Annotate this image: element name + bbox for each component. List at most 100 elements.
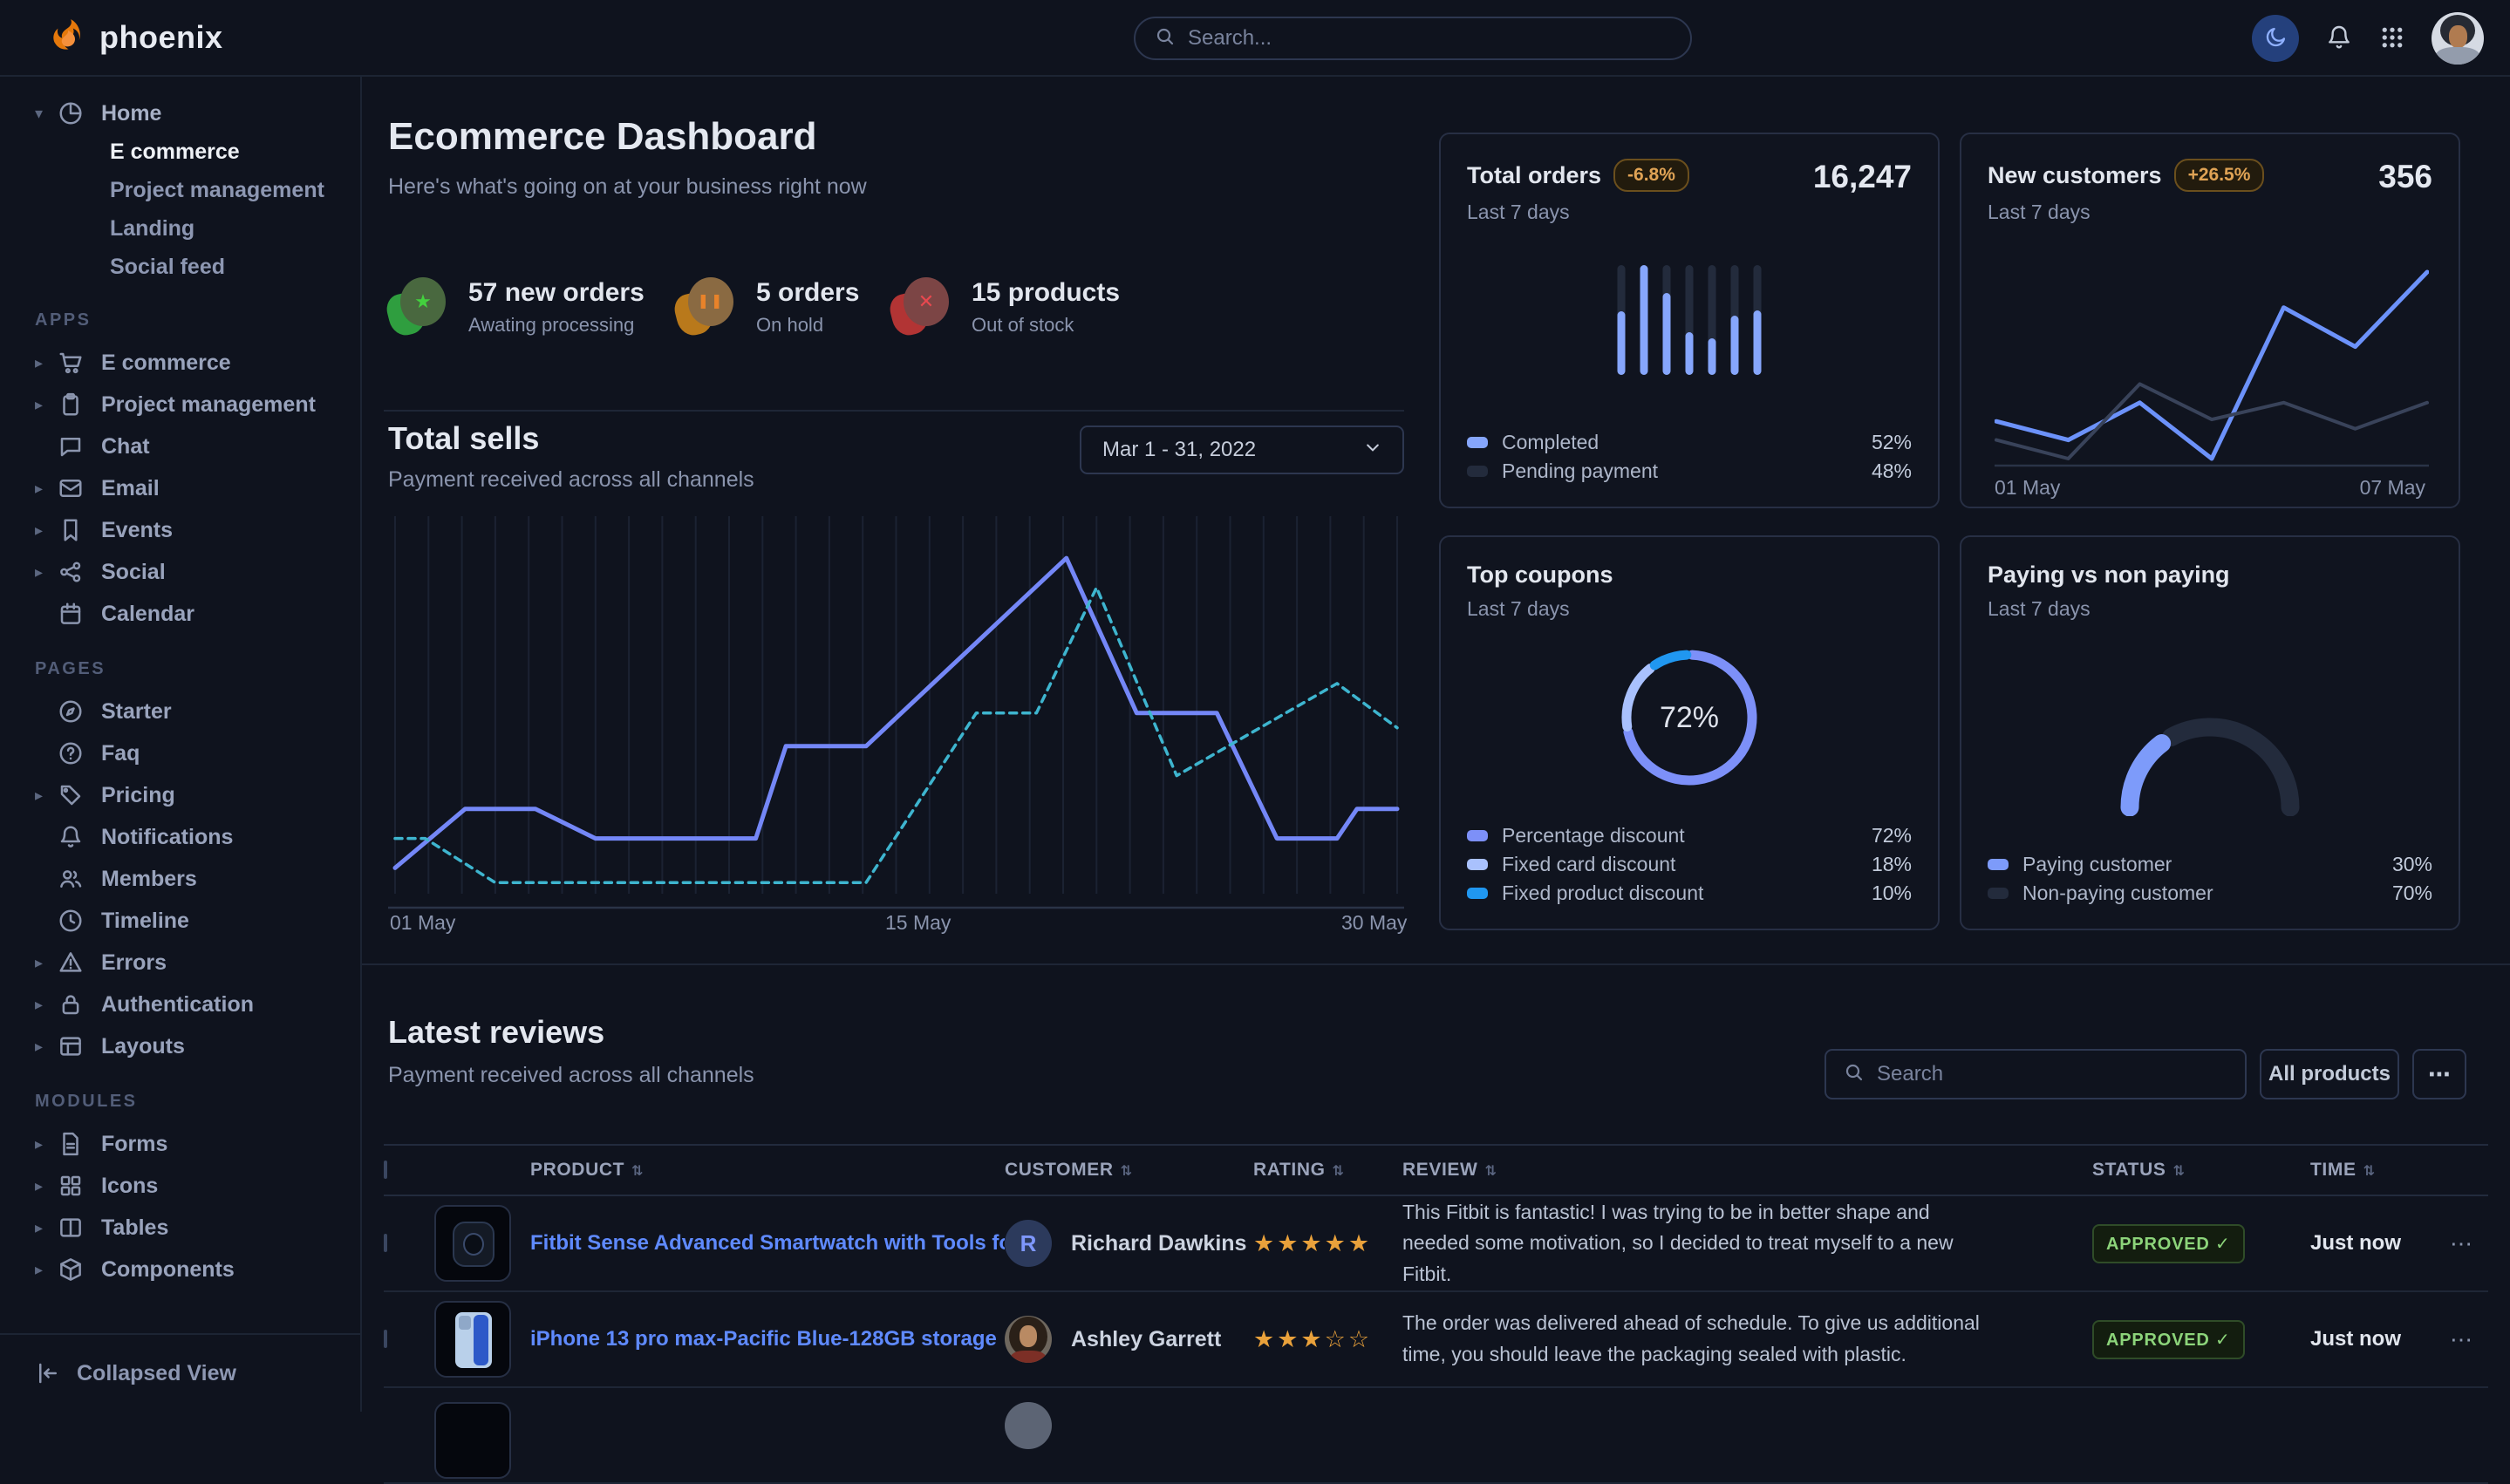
sidebar-item-social-feed[interactable]: Social feed: [0, 248, 360, 286]
sidebar-item-label: Pricing: [101, 783, 175, 808]
rating-stars: ★★★☆☆: [1253, 1326, 1402, 1353]
all-products-filter-button[interactable]: All products: [2260, 1049, 2399, 1099]
lock-icon: [58, 991, 84, 1018]
sidebar-item-faq[interactable]: Faq: [0, 732, 360, 774]
mail-icon: [58, 475, 84, 501]
sidebar-group-home[interactable]: ▾Home: [0, 94, 360, 133]
select-all-checkbox[interactable]: [384, 1161, 387, 1179]
product-link[interactable]: iPhone 13 pro max-Pacific Blue-128GB sto…: [530, 1327, 1005, 1351]
moon-icon: [2263, 25, 2288, 52]
caret-right-icon: ▸: [35, 1177, 58, 1195]
paying-legend: Paying customer30%Non-paying customer70%: [1988, 850, 2432, 908]
sidebar-group-label: Home: [101, 101, 161, 126]
row-menu-button[interactable]: ⋯: [2450, 1230, 2472, 1257]
reviews-title: Latest reviews: [388, 1014, 604, 1051]
apps-menu-button[interactable]: [2379, 24, 2405, 53]
stat-caption: Awating processing: [468, 314, 645, 337]
sidebar-item-email[interactable]: ▸Email: [0, 467, 360, 509]
product-thumbnail[interactable]: [434, 1402, 511, 1479]
sidebar-item-pricing[interactable]: ▸Pricing: [0, 774, 360, 816]
sidebar-section-label: MODULES: [35, 1092, 360, 1113]
page-subtitle: Here's what's going on at your business …: [388, 174, 867, 200]
total-sells-title: Total sells: [388, 420, 539, 457]
row-checkbox[interactable]: [384, 1330, 387, 1348]
collapsed-view-toggle[interactable]: Collapsed View: [0, 1333, 360, 1412]
x-axis-label: 30 May: [1341, 911, 1407, 935]
reviews-more-button[interactable]: ⋯: [2412, 1049, 2466, 1099]
status-badge: APPROVED ✓: [2092, 1224, 2245, 1263]
column-header-customer[interactable]: CUSTOMER⇅: [1005, 1160, 1253, 1181]
sidebar-item-social[interactable]: ▸Social: [0, 551, 360, 593]
reviews-search[interactable]: [1825, 1049, 2247, 1099]
sidebar-item-project-management[interactable]: ▸Project management: [0, 384, 360, 425]
card-title: Total orders: [1467, 162, 1601, 188]
card-title: Top coupons: [1467, 562, 1613, 588]
navbar-actions: [2252, 0, 2484, 77]
share-icon: [58, 559, 84, 585]
sidebar-item-e-commerce[interactable]: E commerce: [0, 133, 360, 171]
rating-stars: ★★★★★: [1253, 1230, 1402, 1257]
search-input[interactable]: [1188, 26, 1671, 51]
product-link[interactable]: Fitbit Sense Advanced Smartwatch with To…: [530, 1231, 1005, 1256]
sidebar-item-chat[interactable]: Chat: [0, 425, 360, 467]
legend-value: 72%: [1872, 824, 1912, 848]
sidebar-item-layouts[interactable]: ▸Layouts: [0, 1025, 360, 1067]
notifications-button[interactable]: [2325, 24, 2353, 54]
sidebar-item-label: Authentication: [101, 992, 254, 1018]
sidebar-item-members[interactable]: Members: [0, 858, 360, 900]
sidebar-item-icons[interactable]: ▸Icons: [0, 1165, 360, 1207]
box-icon: [58, 1256, 84, 1283]
column-header-status[interactable]: STATUS⇅: [2092, 1160, 2310, 1181]
row-menu-button[interactable]: ⋯: [2450, 1326, 2472, 1353]
column-header-time[interactable]: TIME⇅: [2310, 1160, 2450, 1181]
brand[interactable]: phoenix: [49, 17, 223, 58]
user-avatar[interactable]: [2432, 12, 2484, 65]
sidebar-item-timeline[interactable]: Timeline: [0, 900, 360, 942]
column-header-review[interactable]: REVIEW⇅: [1402, 1160, 2092, 1181]
sidebar-item-components[interactable]: ▸Components: [0, 1249, 360, 1290]
sidebar-item-authentication[interactable]: ▸Authentication: [0, 984, 360, 1025]
search-icon: [1155, 26, 1176, 51]
sidebar-item-label: Notifications: [101, 825, 233, 850]
sidebar-item-label: Layouts: [101, 1034, 185, 1059]
sidebar-item-notifications[interactable]: Notifications: [0, 816, 360, 858]
clock-icon: [58, 908, 84, 934]
phoenix-logo-icon: [49, 17, 85, 58]
on-hold-pause-icon: ❚❚: [676, 277, 733, 337]
sidebar-item-starter[interactable]: Starter: [0, 691, 360, 732]
row-checkbox[interactable]: [384, 1234, 387, 1252]
legend-label: Fixed card discount: [1502, 853, 1675, 876]
total-orders-value: 16,247: [1813, 159, 1912, 195]
sidebar-item-errors[interactable]: ▸Errors: [0, 942, 360, 984]
legend-swatch: [1988, 859, 2009, 870]
legend-swatch: [1988, 888, 2009, 899]
legend-value: 52%: [1872, 431, 1912, 454]
customer-avatar[interactable]: [1005, 1316, 1052, 1363]
sidebar-item-project-management[interactable]: Project management: [0, 171, 360, 209]
legend-row: Non-paying customer70%: [1988, 879, 2432, 908]
legend-label: Pending payment: [1502, 459, 1658, 483]
product-thumbnail-smartwatch[interactable]: [434, 1205, 511, 1282]
sidebar-item-label: Project management: [101, 392, 316, 418]
theme-toggle-button[interactable]: [2252, 15, 2299, 62]
global-search[interactable]: [1134, 17, 1692, 60]
sidebar-item-e-commerce[interactable]: ▸E commerce: [0, 342, 360, 384]
stat-value: 5 orders: [756, 278, 859, 308]
date-range-select[interactable]: Mar 1 - 31, 2022: [1080, 425, 1404, 474]
x-axis-label: 01 May: [390, 911, 455, 935]
sidebar-item-tables[interactable]: ▸Tables: [0, 1207, 360, 1249]
customer-avatar[interactable]: R: [1005, 1220, 1052, 1267]
reviews-search-input[interactable]: [1877, 1062, 2227, 1086]
column-header-rating[interactable]: RATING⇅: [1253, 1160, 1402, 1181]
sidebar-section-label: PAGES: [35, 659, 360, 680]
sidebar-item-label: Components: [101, 1257, 235, 1283]
column-header-product[interactable]: PRODUCT⇅: [530, 1160, 1005, 1181]
product-thumbnail-iphone[interactable]: [434, 1301, 511, 1378]
sidebar-item-events[interactable]: ▸Events: [0, 509, 360, 551]
sidebar-item-forms[interactable]: ▸Forms: [0, 1123, 360, 1165]
table-row: iPhone 13 pro max-Pacific Blue-128GB sto…: [384, 1292, 2488, 1388]
sidebar-item-calendar[interactable]: Calendar: [0, 593, 360, 635]
total-sells-subtitle: Payment received across all channels: [388, 467, 754, 493]
sort-icon: ⇅: [1484, 1164, 1497, 1179]
sidebar-item-landing[interactable]: Landing: [0, 209, 360, 248]
